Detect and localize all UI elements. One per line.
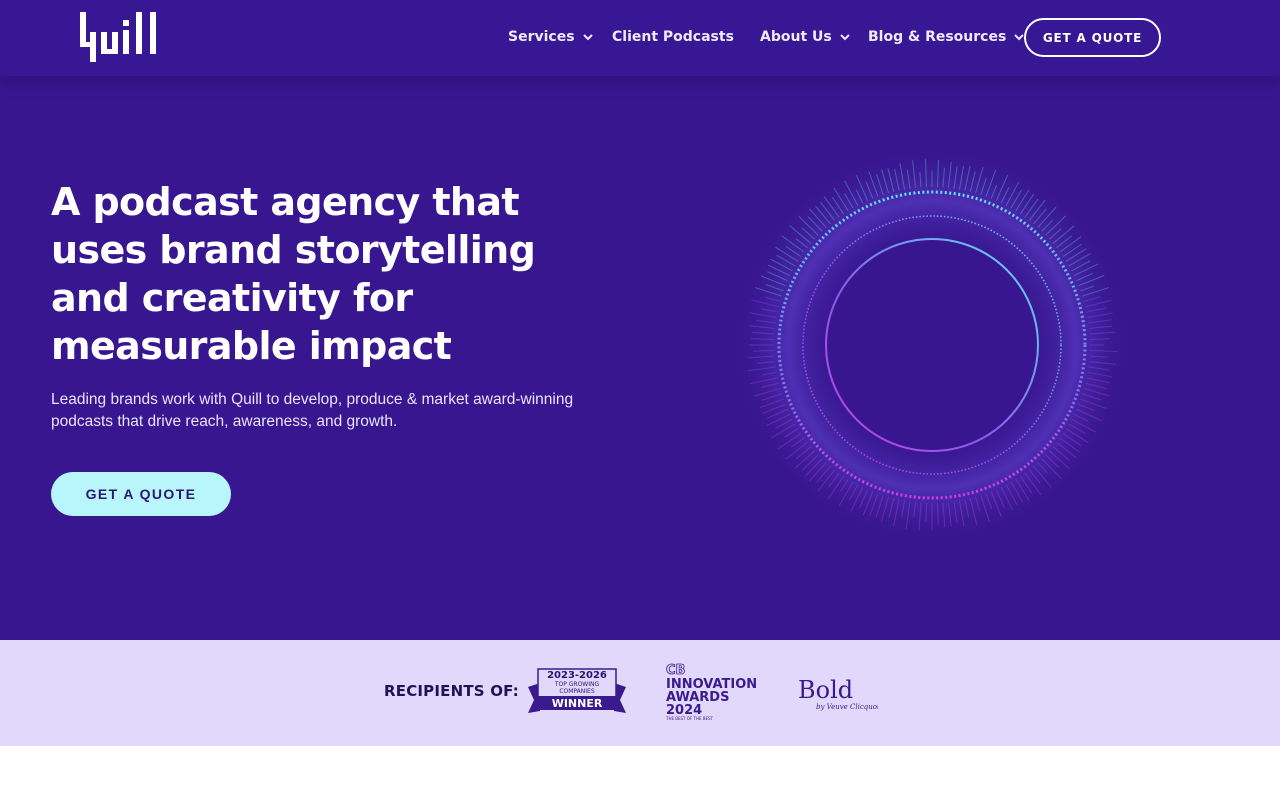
awards-strip — [0, 640, 1280, 746]
awards-label: RECIPIENTS OF: — [384, 682, 519, 700]
nav-client-podcasts-label: Client Podcasts — [612, 29, 734, 45]
chevron-down-icon — [582, 33, 593, 41]
svg-text:Bold: Bold — [798, 676, 853, 704]
quill-logo[interactable] — [80, 12, 158, 62]
cb-innovation-awards-badge: CB INNOVATION AWARDS 2024 THE BEST OF TH… — [664, 662, 760, 722]
chevron-down-icon — [1014, 33, 1025, 41]
nav-about-us[interactable]: About Us — [760, 28, 850, 46]
nav-services[interactable]: Services — [508, 28, 593, 46]
quill-logo-mark — [80, 12, 156, 62]
hero-subtext: Leading brands work with Quill to develo… — [51, 391, 574, 430]
nav-services-label: Services — [508, 29, 575, 45]
svg-text:CB: CB — [666, 663, 685, 678]
hero-get-quote-button[interactable]: GET A QUOTE — [51, 472, 231, 516]
nav-blog-resources-label: Blog & Resources — [868, 29, 1007, 45]
sound-ring-illustration — [727, 140, 1137, 550]
nav-about-us-label: About Us — [760, 29, 832, 45]
svg-text:by Veuve Clicquot: by Veuve Clicquot — [816, 703, 878, 711]
top-growing-companies-badge: 2023-2026 TOP GROWING COMPANIES WINNER — [526, 665, 628, 715]
site-header: Services Client Podcasts About Us Blog &… — [0, 0, 1280, 76]
svg-text:2023-2026: 2023-2026 — [547, 670, 607, 681]
svg-text:WINNER: WINNER — [552, 697, 603, 710]
chevron-down-icon — [840, 33, 850, 41]
svg-text:COMPANIES: COMPANIES — [559, 688, 594, 695]
svg-text:THE BEST OF THE BEST: THE BEST OF THE BEST — [665, 716, 714, 721]
header-get-quote-button[interactable]: GET A QUOTE — [1024, 18, 1161, 57]
hero-headline: A podcast agency that uses brand storyte… — [51, 180, 536, 368]
nav-blog-resources[interactable]: Blog & Resources — [868, 28, 1025, 46]
bold-veuve-clicquot-badge: Bold by Veuve Clicquot — [796, 674, 880, 712]
svg-text:TOP GROWING: TOP GROWING — [554, 681, 600, 688]
nav-client-podcasts[interactable]: Client Podcasts — [612, 28, 734, 46]
